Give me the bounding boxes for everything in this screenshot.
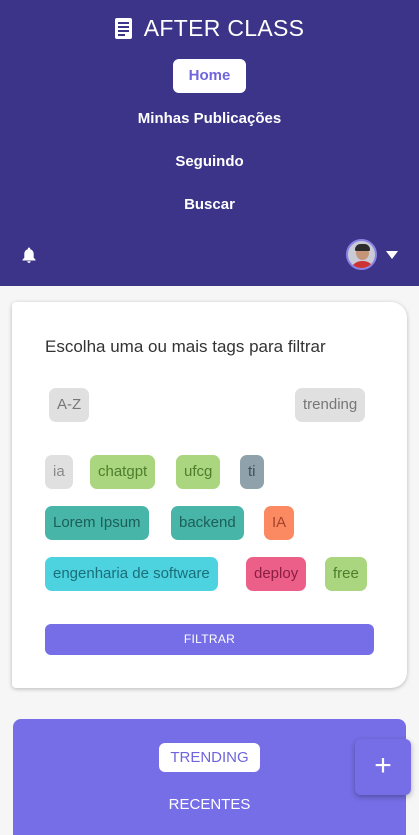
tab-recentes[interactable]: RECENTES — [13, 796, 406, 813]
tag-chip[interactable]: Lorem Ipsum — [45, 506, 149, 540]
tag-filter-card: Escolha uma ou mais tags para filtrar A-… — [12, 302, 407, 688]
app-header: AFTER CLASS Home Minhas Publicações Segu… — [0, 0, 419, 286]
app-title: AFTER CLASS — [143, 15, 305, 41]
tag-chip[interactable]: deploy — [246, 557, 307, 591]
tag-chip[interactable]: engenharia de software — [45, 557, 218, 591]
tag-chip[interactable]: backend — [171, 506, 244, 540]
tag-chip[interactable]: chatgpt — [90, 455, 156, 489]
caret-down-icon[interactable] — [386, 251, 398, 259]
nav-seguindo[interactable]: Seguindo — [159, 145, 259, 179]
avatar[interactable] — [346, 239, 377, 270]
nav-minhas-publicacoes[interactable]: Minhas Publicações — [122, 102, 297, 136]
nav-home[interactable]: Home — [172, 59, 247, 93]
nav-buscar[interactable]: Buscar — [168, 188, 251, 222]
tab-trending[interactable]: TRENDING — [13, 743, 406, 772]
tab-trending-label: TRENDING — [159, 743, 260, 772]
brand[interactable]: AFTER CLASS — [0, 15, 419, 42]
tag-chip[interactable]: ufcg — [176, 455, 221, 489]
feed-sort-card: TRENDING RECENTES — [13, 719, 406, 835]
newspaper-icon — [114, 18, 132, 39]
plus-icon: + — [374, 749, 392, 782]
filter-button[interactable]: FILTRAR — [45, 624, 374, 655]
tag-chip[interactable]: ti — [240, 455, 264, 489]
tag-chip[interactable]: free — [325, 557, 367, 591]
tab-recentes-label: RECENTES — [168, 796, 251, 813]
filter-title: Escolha uma ou mais tags para filtrar — [45, 337, 326, 356]
main-nav: Home Minhas Publicações Seguindo Buscar — [0, 59, 419, 231]
bell-icon[interactable] — [22, 247, 36, 263]
tag-chip[interactable]: IA — [264, 506, 295, 540]
sort-az-chip[interactable]: A-Z — [49, 388, 90, 422]
sort-trending-chip[interactable]: trending — [295, 388, 366, 422]
new-post-button[interactable]: + — [355, 739, 411, 795]
tag-chip[interactable]: ia — [45, 455, 73, 489]
